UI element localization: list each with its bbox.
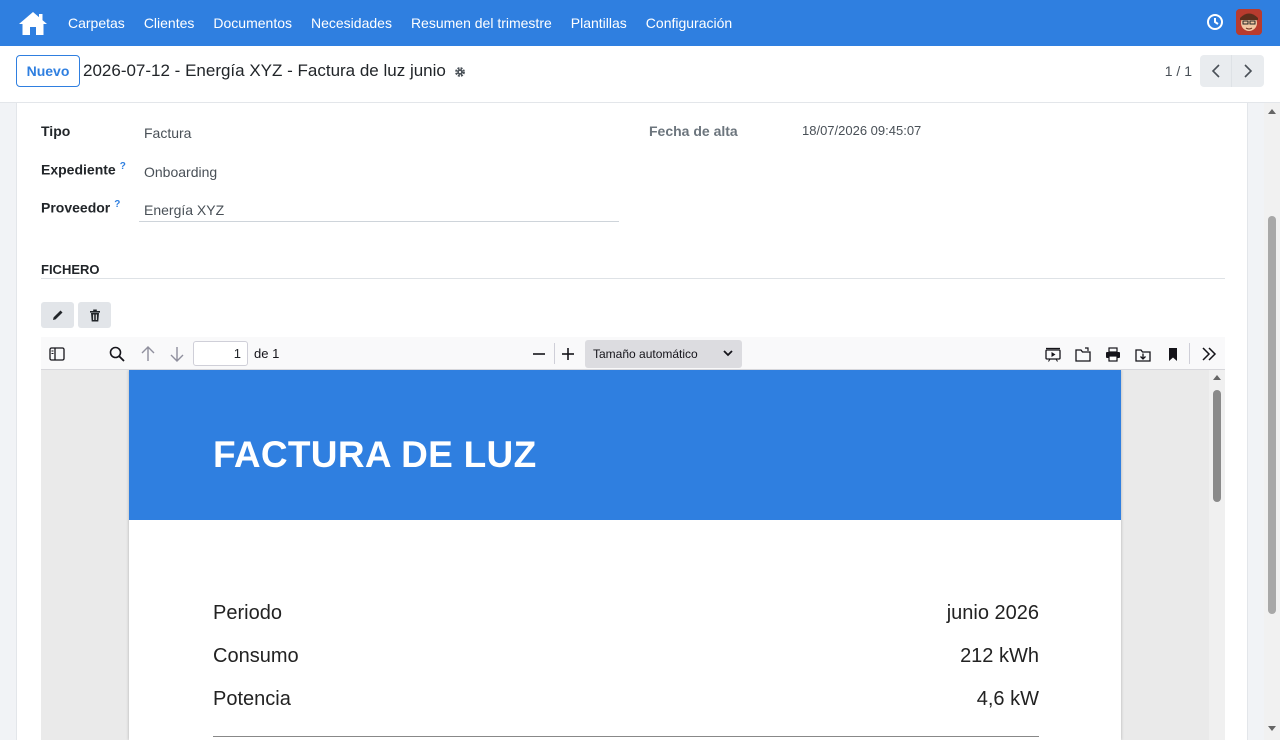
section-title-fichero: FICHERO [41, 262, 100, 277]
pdf-row-key: Consumo [213, 645, 299, 667]
chevron-down-icon [723, 350, 733, 357]
sidebar-toggle-icon[interactable] [47, 344, 67, 364]
pencil-icon [52, 310, 62, 320]
download-icon[interactable] [1133, 344, 1153, 364]
breadcrumb: 2026-07-12 - Energía XYZ - Factura de lu… [83, 61, 467, 81]
tipo-label: Tipo [41, 123, 71, 139]
help-icon[interactable]: ? [120, 161, 126, 172]
fecha-alta-value: 18/07/2026 09:45:07 [802, 123, 922, 138]
page-count: de 1 [254, 346, 280, 361]
pdf-page: FACTURA DE LUZ Periodo junio 2026 Consum… [129, 370, 1121, 740]
pdf-row-value: 212 kWh [960, 645, 1039, 667]
pdf-scrollbar-thumb[interactable] [1213, 390, 1221, 502]
nav-plantillas[interactable]: Plantillas [571, 15, 627, 31]
chevron-right-icon [1244, 64, 1253, 78]
home-icon[interactable] [17, 9, 49, 37]
page-scrollbar-thumb[interactable] [1268, 216, 1276, 614]
search-icon[interactable] [107, 344, 127, 364]
open-file-icon[interactable] [1073, 344, 1093, 364]
previous-record-button[interactable] [1200, 55, 1232, 87]
zoom-select-value: Tamaño automático [593, 347, 698, 361]
scroll-down-arrow-icon[interactable] [1267, 725, 1277, 733]
pdf-row-value: 4,6 kW [976, 688, 1039, 710]
section-divider [41, 278, 1225, 279]
nav-configuracion[interactable]: Configuración [646, 15, 732, 31]
form-sheet: Tipo Factura Expediente? Onboarding Prov… [16, 103, 1248, 740]
edit-file-button[interactable] [41, 302, 74, 328]
tools-menu-icon[interactable] [1199, 344, 1219, 364]
next-record-button[interactable] [1232, 55, 1264, 87]
bookmark-icon[interactable] [1163, 344, 1183, 364]
pdf-scrollbar[interactable] [1209, 370, 1225, 740]
scroll-up-arrow-icon[interactable] [1267, 107, 1277, 115]
delete-file-button[interactable] [78, 302, 111, 328]
help-icon[interactable]: ? [114, 199, 120, 210]
proveedor-field-underline [139, 221, 619, 222]
print-icon[interactable] [1103, 344, 1123, 364]
tipo-field[interactable]: Factura [144, 125, 191, 141]
record-title: 2026-07-12 - Energía XYZ - Factura de lu… [83, 61, 446, 80]
expediente-label-text: Expediente [41, 161, 116, 178]
pdf-title: FACTURA DE LUZ [213, 434, 537, 475]
page-scrollbar[interactable] [1264, 103, 1280, 740]
chevron-left-icon [1211, 64, 1220, 78]
zoom-out-icon[interactable] [529, 344, 549, 364]
pager-buttons [1200, 55, 1264, 87]
pdf-row-value: junio 2026 [946, 602, 1039, 624]
toolbar-separator [554, 343, 555, 364]
expediente-field[interactable]: Onboarding [144, 164, 217, 180]
pdf-row-key: Periodo [213, 602, 282, 624]
nav-documentos[interactable]: Documentos [213, 15, 292, 31]
avatar[interactable] [1236, 9, 1262, 35]
proveedor-label-text: Proveedor [41, 199, 111, 216]
toolbar-separator [1189, 343, 1190, 364]
presentation-mode-icon[interactable] [1043, 344, 1063, 364]
nav-resumen-trimestre[interactable]: Resumen del trimestre [411, 15, 552, 31]
pdf-row-key: Potencia [213, 688, 291, 710]
top-navbar: Carpetas Clientes Documentos Necesidades… [0, 0, 1280, 46]
next-page-icon[interactable] [167, 344, 187, 364]
nav-carpetas[interactable]: Carpetas [68, 15, 125, 31]
pdf-divider [213, 736, 1039, 737]
expediente-label: Expediente? [41, 161, 126, 178]
zoom-in-icon[interactable] [558, 344, 578, 364]
new-button[interactable]: Nuevo [16, 55, 80, 87]
nav-clientes[interactable]: Clientes [144, 15, 195, 31]
control-panel: Nuevo 2026-07-12 - Energía XYZ - Factura… [0, 46, 1280, 103]
clock-icon[interactable] [1206, 13, 1224, 31]
page-number-input[interactable]: 1 [193, 341, 248, 366]
previous-page-icon[interactable] [138, 344, 158, 364]
pdf-viewer: FACTURA DE LUZ Periodo junio 2026 Consum… [41, 370, 1225, 740]
proveedor-label: Proveedor? [41, 199, 120, 216]
pager-value: 1 / 1 [1164, 63, 1192, 79]
nav-necesidades[interactable]: Necesidades [311, 15, 392, 31]
pdf-toolbar: 1 de 1 Tamaño automático [41, 337, 1225, 370]
gear-icon[interactable] [453, 64, 467, 78]
trash-icon [89, 309, 100, 321]
proveedor-field[interactable]: Energía XYZ [144, 202, 224, 218]
scroll-up-arrow-icon[interactable] [1212, 373, 1222, 381]
zoom-select[interactable]: Tamaño automático [585, 340, 742, 368]
fecha-alta-label: Fecha de alta [649, 123, 738, 139]
pdf-header-banner: FACTURA DE LUZ [129, 370, 1121, 520]
navbar-right [1206, 9, 1262, 35]
